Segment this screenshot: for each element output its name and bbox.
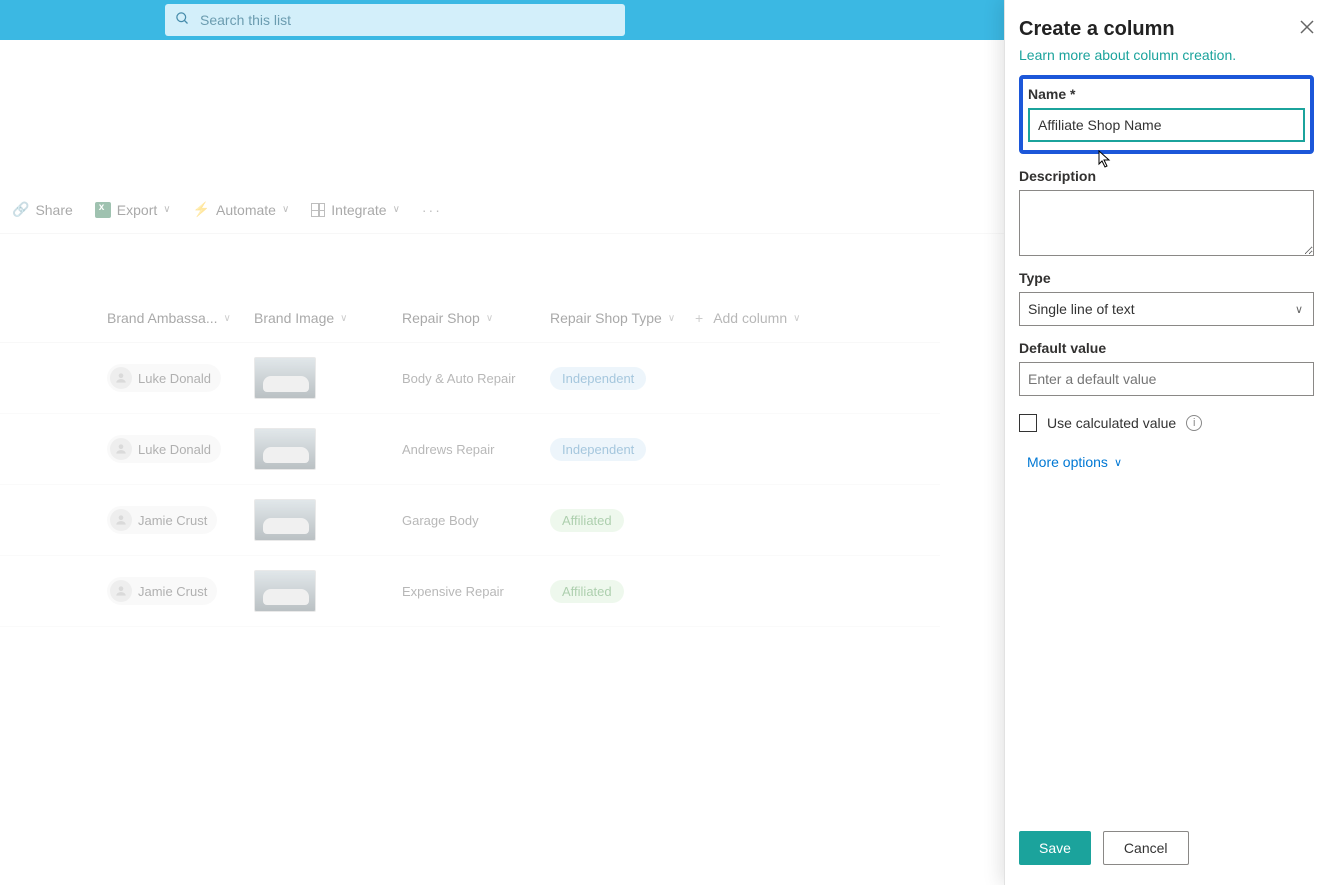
excel-icon: [95, 202, 111, 218]
chevron-down-icon: ∨: [793, 313, 800, 324]
type-badge: Affiliated: [550, 580, 624, 603]
type-badge: Independent: [550, 367, 646, 390]
learn-more-link[interactable]: Learn more about column creation.: [1019, 47, 1314, 63]
column-repair-shop[interactable]: Repair Shop ∨: [402, 310, 550, 326]
default-value-label: Default value: [1019, 340, 1314, 356]
type-badge: Independent: [550, 438, 646, 461]
avatar-icon: [110, 580, 132, 602]
repair-shop-cell: Body & Auto Repair: [402, 371, 550, 386]
column-label: Brand Ambassa...: [107, 310, 218, 326]
brand-image-thumbnail[interactable]: [254, 570, 316, 612]
person-chip[interactable]: Luke Donald: [107, 435, 221, 463]
list-table: Brand Ambassa... ∨ Brand Image ∨ Repair …: [0, 310, 940, 627]
table-row[interactable]: Jamie Crust Garage BodyAffiliated: [0, 485, 940, 556]
brand-image-thumbnail[interactable]: [254, 357, 316, 399]
chevron-down-icon: ∨: [486, 313, 493, 324]
info-icon[interactable]: i: [1186, 415, 1202, 431]
person-chip[interactable]: Luke Donald: [107, 364, 221, 392]
use-calculated-checkbox[interactable]: [1019, 414, 1037, 432]
chevron-down-icon: ∨: [282, 204, 289, 215]
panel-title: Create a column: [1019, 18, 1175, 41]
more-options-toggle[interactable]: More options ∨: [1027, 454, 1314, 470]
person-name: Luke Donald: [138, 371, 211, 386]
type-selected-value: Single line of text: [1028, 301, 1135, 317]
chevron-down-icon: ∨: [393, 204, 400, 215]
description-textarea[interactable]: [1019, 190, 1314, 256]
chevron-down-icon: ∨: [224, 313, 231, 324]
brand-image-thumbnail[interactable]: [254, 428, 316, 470]
chevron-down-icon: ∨: [1114, 456, 1122, 469]
type-badge: Affiliated: [550, 509, 624, 532]
type-label: Type: [1019, 270, 1314, 286]
repair-shop-cell: Expensive Repair: [402, 584, 550, 599]
add-column-label: Add column: [713, 310, 787, 326]
name-field-highlight: Name *: [1019, 75, 1314, 154]
search-icon: [175, 11, 190, 29]
automate-button[interactable]: ⚡ Automate ∨: [193, 201, 290, 218]
close-button[interactable]: [1300, 18, 1314, 39]
more-options-label: More options: [1027, 454, 1108, 470]
table-row[interactable]: Luke Donald Body & Auto RepairIndependent: [0, 343, 940, 414]
chevron-down-icon: ∨: [1295, 303, 1303, 316]
person-chip[interactable]: Jamie Crust: [107, 506, 217, 534]
share-button[interactable]: 🔗 Share: [12, 201, 73, 218]
cancel-button[interactable]: Cancel: [1103, 831, 1189, 865]
person-name: Jamie Crust: [138, 513, 207, 528]
add-column-button[interactable]: + Add column ∨: [695, 310, 845, 326]
integrate-icon: [311, 203, 325, 217]
column-brand-image[interactable]: Brand Image ∨: [254, 310, 402, 326]
search-input[interactable]: [200, 12, 615, 28]
column-repair-shop-type[interactable]: Repair Shop Type ∨: [550, 310, 695, 326]
repair-shop-cell: Garage Body: [402, 513, 550, 528]
avatar-icon: [110, 367, 132, 389]
default-value-input[interactable]: [1019, 362, 1314, 396]
chevron-down-icon: ∨: [340, 313, 347, 324]
table-header-row: Brand Ambassa... ∨ Brand Image ∨ Repair …: [0, 310, 940, 343]
repair-shop-cell: Andrews Repair: [402, 442, 550, 457]
avatar-icon: [110, 438, 132, 460]
use-calculated-label: Use calculated value: [1047, 415, 1176, 431]
share-label: Share: [35, 202, 72, 218]
share-icon: 🔗: [12, 201, 29, 218]
column-label: Repair Shop: [402, 310, 480, 326]
chevron-down-icon: ∨: [668, 313, 675, 324]
avatar-icon: [110, 509, 132, 531]
person-name: Luke Donald: [138, 442, 211, 457]
integrate-button[interactable]: Integrate ∨: [311, 202, 400, 218]
table-row[interactable]: Luke Donald Andrews RepairIndependent: [0, 414, 940, 485]
integrate-label: Integrate: [331, 202, 386, 218]
more-actions-button[interactable]: ···: [422, 202, 442, 218]
chevron-down-icon: ∨: [163, 204, 170, 215]
type-select[interactable]: Single line of text ∨: [1019, 292, 1314, 326]
brand-image-thumbnail[interactable]: [254, 499, 316, 541]
column-name-input[interactable]: [1028, 108, 1305, 142]
panel-footer: Save Cancel: [1019, 817, 1314, 885]
ellipsis-icon: ···: [422, 202, 442, 218]
automate-icon: ⚡: [193, 201, 210, 218]
table-row[interactable]: Jamie Crust Expensive RepairAffiliated: [0, 556, 940, 627]
save-button[interactable]: Save: [1019, 831, 1091, 865]
create-column-panel: Create a column Learn more about column …: [1004, 0, 1328, 885]
person-name: Jamie Crust: [138, 584, 207, 599]
use-calculated-row: Use calculated value i: [1019, 414, 1314, 432]
person-chip[interactable]: Jamie Crust: [107, 577, 217, 605]
export-label: Export: [117, 202, 157, 218]
name-label: Name *: [1028, 86, 1305, 102]
description-label: Description: [1019, 168, 1314, 184]
close-icon: [1300, 20, 1314, 34]
column-label: Repair Shop Type: [550, 310, 662, 326]
column-label: Brand Image: [254, 310, 334, 326]
automate-label: Automate: [216, 202, 276, 218]
export-button[interactable]: Export ∨: [95, 202, 171, 218]
column-brand-ambassador[interactable]: Brand Ambassa... ∨: [107, 310, 254, 326]
search-box[interactable]: [165, 4, 625, 36]
plus-icon: +: [695, 310, 703, 326]
